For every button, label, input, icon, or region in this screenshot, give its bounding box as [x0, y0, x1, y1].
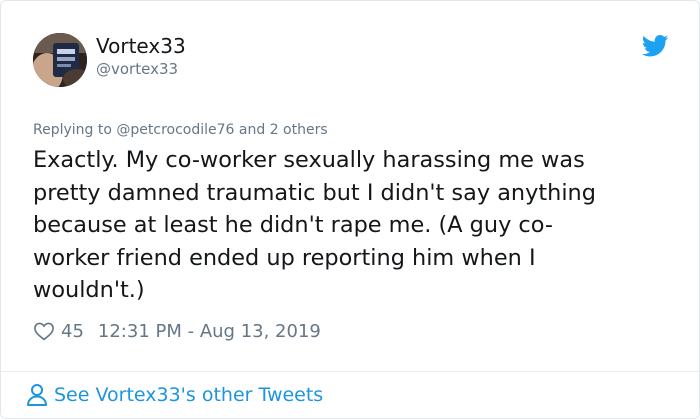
tweet-text-line: because at least he didn't rape me. (A g…: [33, 212, 553, 239]
twitter-bird-icon[interactable]: [642, 35, 669, 57]
footer-divider: [1, 371, 699, 372]
see-other-tweets-link[interactable]: See Vortex33's other Tweets: [26, 382, 323, 408]
reply-suffix[interactable]: and 2 others: [239, 122, 328, 138]
tweet-text-line: pretty damned traumatic but I didn't say…: [33, 179, 596, 206]
author-handle[interactable]: @vortex33: [96, 59, 178, 79]
tweet-text-line: worker friend ended up reporting him whe…: [33, 244, 536, 271]
tweet-timestamp[interactable]: 12:31 PM - Aug 13, 2019: [98, 321, 321, 342]
like-count: 45: [61, 320, 84, 342]
person-icon: [27, 384, 47, 406]
tweet-text-line: Exactly. My co-worker sexually harassing…: [33, 147, 585, 173]
reply-prefix: Replying to: [33, 122, 112, 138]
author-display-name[interactable]: Vortex33: [96, 34, 186, 58]
tweet-meta: 45 12:31 PM - Aug 13, 2019: [33, 318, 321, 344]
reply-mention-link[interactable]: @petcrocodile76: [116, 122, 234, 138]
heart-icon[interactable]: [33, 321, 55, 341]
avatar-image: [33, 33, 87, 87]
tweet-text-line: wouldn't.): [33, 277, 145, 304]
tweet-card: Vortex33 @vortex33 Replying to @petcroco…: [0, 0, 700, 419]
reply-context: Replying to @petcrocodile76 and 2 others: [33, 121, 328, 139]
avatar[interactable]: [33, 33, 87, 87]
see-other-tweets-label[interactable]: See Vortex33's other Tweets: [54, 384, 323, 406]
tweet-text: Exactly. My co-worker sexually harassing…: [33, 144, 663, 307]
